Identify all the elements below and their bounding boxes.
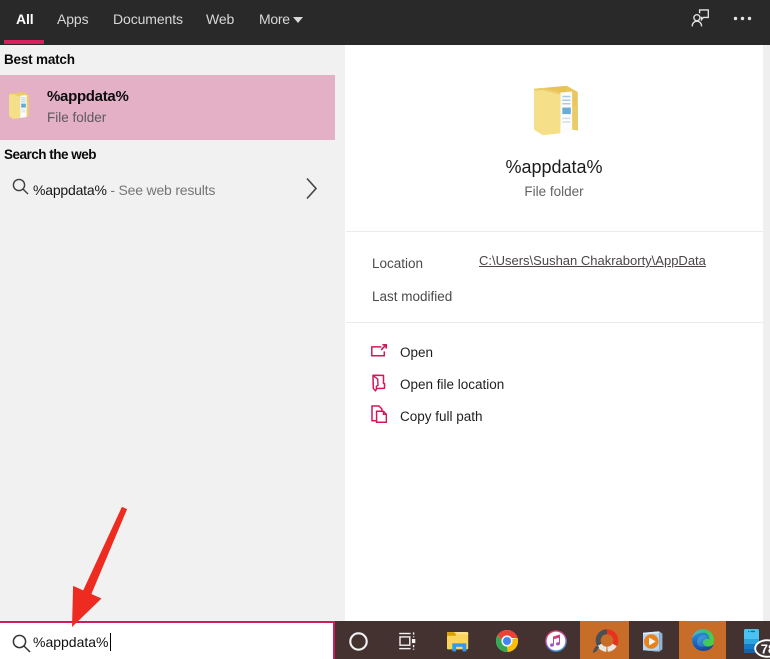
svg-text:78: 78 [761,641,770,656]
